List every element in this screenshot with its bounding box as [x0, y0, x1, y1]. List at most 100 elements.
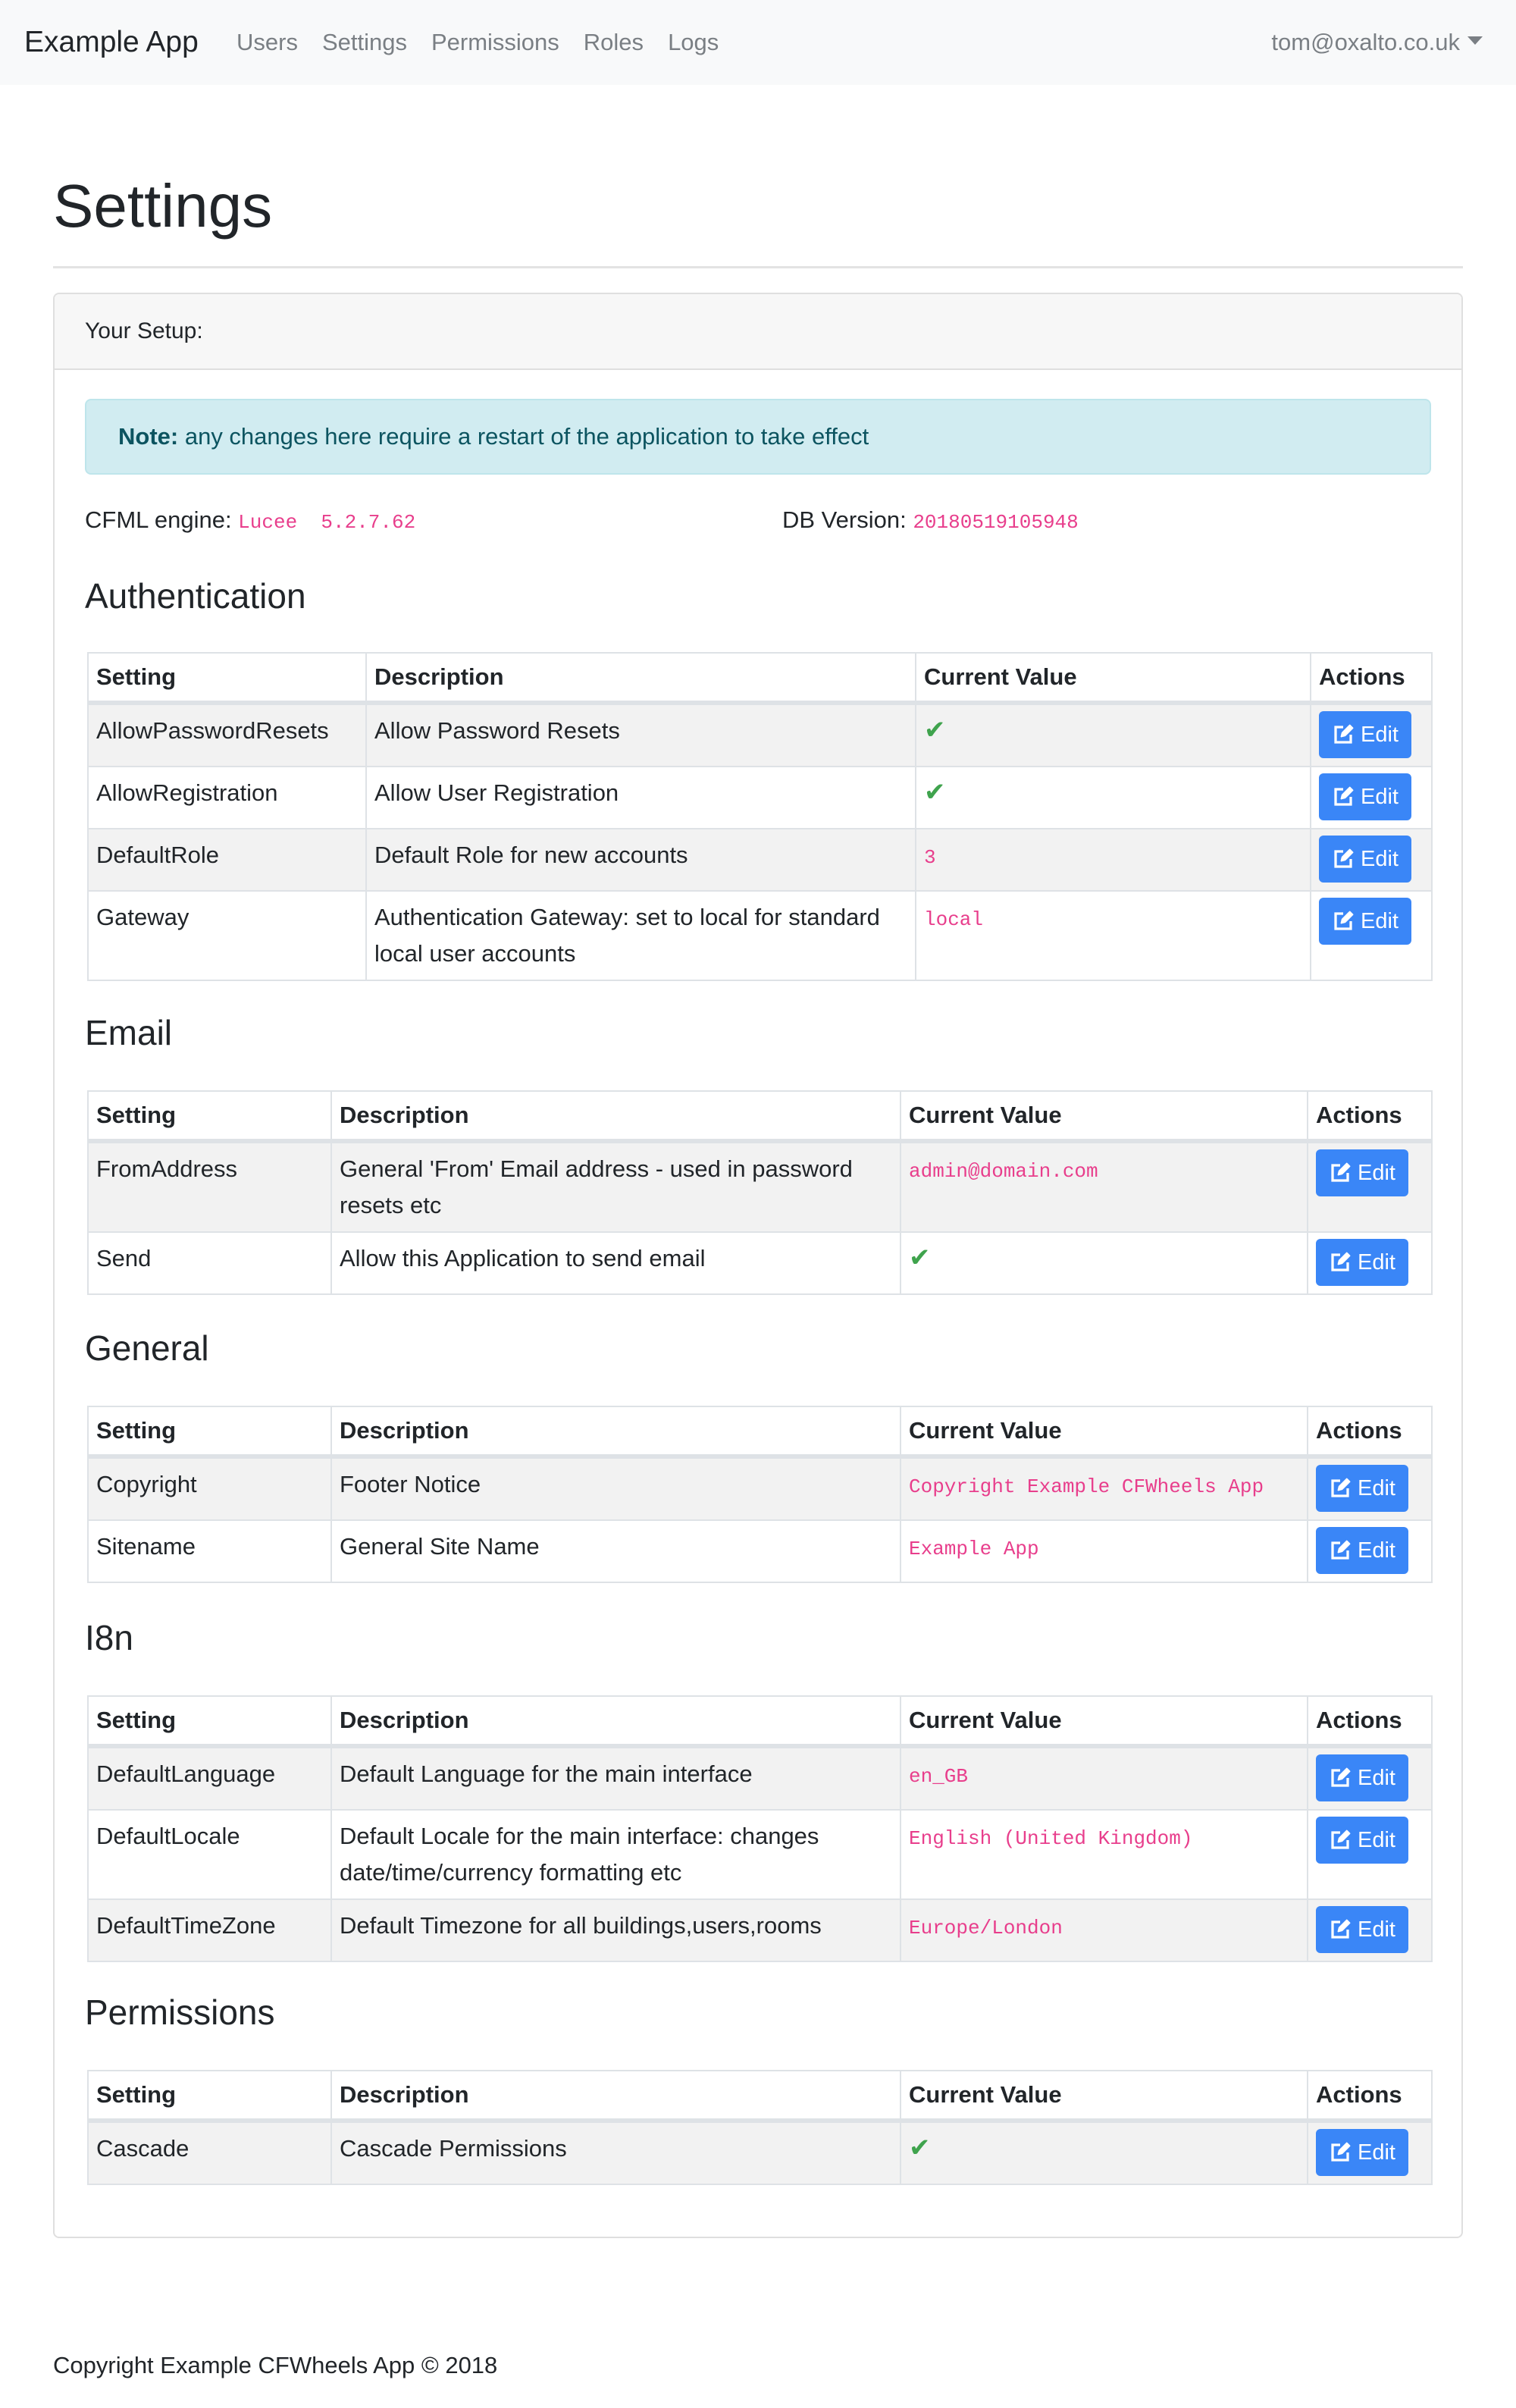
cfml-engine-value: Lucee 5.2.7.62	[238, 511, 416, 534]
setting-name: Sitename	[87, 1519, 332, 1583]
edit-button-label: Edit	[1358, 1765, 1395, 1790]
card-header: Your Setup:	[55, 294, 1461, 370]
column-header-actions: Actions	[1307, 1406, 1433, 1459]
edit-button[interactable]: Edit	[1316, 1754, 1408, 1801]
setting-name: AllowPasswordResets	[87, 702, 367, 767]
column-header-description: Description	[330, 2070, 901, 2123]
setting-value: Example App	[909, 1538, 1039, 1560]
actions-cell: Edit	[1310, 702, 1433, 767]
edit-button[interactable]: Edit	[1316, 1239, 1408, 1286]
column-header-setting: Setting	[87, 1695, 332, 1748]
edit-button[interactable]: Edit	[1319, 773, 1411, 820]
setting-description: Default Role for new accounts	[365, 828, 916, 892]
setting-value-cell: ✔	[915, 702, 1311, 767]
edit-button[interactable]: Edit	[1316, 1906, 1408, 1953]
nav-link-permissions[interactable]: Permissions	[431, 26, 559, 59]
table-row: Gateway Authentication Gateway: set to lo…	[87, 890, 1433, 981]
settings-table: Setting Description Current Value Actions Fr…	[87, 1090, 1433, 1295]
column-header-actions: Actions	[1307, 1695, 1433, 1748]
edit-icon	[1329, 1162, 1358, 1184]
table-row: DefaultRole Default Role for new accounts…	[87, 828, 1433, 892]
setting-value: 3	[924, 846, 936, 869]
column-header-actions: Actions	[1310, 652, 1433, 705]
table-header-row: Setting Description Current Value Actions	[87, 1406, 1433, 1459]
edit-icon	[1332, 910, 1361, 933]
actions-cell: Edit	[1307, 1745, 1433, 1811]
column-header-description: Description	[365, 652, 916, 705]
column-header-setting: Setting	[87, 2070, 332, 2123]
navbar: Example App Users Settings Permissions R…	[0, 0, 1516, 85]
setting-name: AllowRegistration	[87, 766, 367, 829]
check-icon: ✔	[924, 778, 946, 807]
edit-icon	[1329, 1477, 1358, 1500]
edit-button[interactable]: Edit	[1316, 1149, 1408, 1196]
setting-value: en_GB	[909, 1765, 969, 1788]
cfml-engine-label: CFML engine:	[85, 506, 239, 533]
edit-button-label: Edit	[1358, 1475, 1395, 1500]
actions-cell: Edit	[1307, 1231, 1433, 1295]
page-title: Settings	[53, 172, 273, 240]
edit-icon	[1329, 1829, 1358, 1851]
setting-description: Allow User Registration	[365, 766, 916, 829]
table-header-row: Setting Description Current Value Actions	[87, 2070, 1433, 2123]
actions-cell: Edit	[1310, 890, 1433, 981]
edit-button[interactable]: Edit	[1319, 898, 1411, 945]
column-header-current-value: Current Value	[900, 1695, 1308, 1748]
setting-description: General 'From' Email address - used in p…	[330, 1140, 901, 1233]
setting-name: Cascade	[87, 2120, 332, 2185]
edit-button-label: Edit	[1361, 722, 1399, 747]
brand-link[interactable]: Example App	[24, 23, 199, 62]
edit-icon	[1329, 1539, 1358, 1562]
settings-table: Setting Description Current Value Actions Co…	[87, 1406, 1433, 1583]
user-email: tom@oxalto.co.uk	[1271, 29, 1460, 55]
table-header-row: Setting Description Current Value Actions	[87, 652, 1433, 705]
nav-link-settings[interactable]: Settings	[322, 26, 407, 59]
edit-button[interactable]: Edit	[1316, 1465, 1408, 1512]
table-header-row: Setting Description Current Value Actions	[87, 1695, 1433, 1748]
setting-name: Copyright	[87, 1456, 332, 1521]
setting-description: Cascade Permissions	[330, 2120, 901, 2185]
setting-value-cell: local	[915, 890, 1311, 981]
setting-value-cell: Example App	[900, 1519, 1308, 1583]
column-header-setting: Setting	[87, 1090, 332, 1143]
column-header-setting: Setting	[87, 1406, 332, 1459]
setting-value: Europe/London	[909, 1917, 1063, 1939]
edit-button[interactable]: Edit	[1319, 836, 1411, 883]
column-header-actions: Actions	[1307, 2070, 1433, 2123]
edit-button[interactable]: Edit	[1319, 711, 1411, 758]
section-title: I8n	[85, 1618, 133, 1657]
column-header-current-value: Current Value	[900, 1406, 1308, 1459]
title-divider	[53, 266, 1463, 268]
setting-name: DefaultTimeZone	[87, 1898, 332, 1962]
db-version-label: DB Version:	[782, 506, 913, 533]
settings-table: Setting Description Current Value Actions De…	[87, 1695, 1433, 1962]
setting-description: Allow this Application to send email	[330, 1231, 901, 1295]
nav-link-logs[interactable]: Logs	[668, 26, 719, 59]
setting-value-cell: 3	[915, 828, 1311, 892]
db-version-value: 20180519105948	[913, 511, 1079, 534]
setting-value-cell: en_GB	[900, 1745, 1308, 1811]
nav-link-users[interactable]: Users	[236, 26, 298, 59]
edit-button-label: Edit	[1358, 1917, 1395, 1942]
user-menu-dropdown[interactable]: tom@oxalto.co.uk	[1271, 26, 1483, 59]
setting-name: FromAddress	[87, 1140, 332, 1233]
edit-button-label: Edit	[1361, 784, 1399, 809]
setting-description: Authentication Gateway: set to local for…	[365, 890, 916, 981]
column-header-current-value: Current Value	[915, 652, 1311, 705]
table-row: AllowPasswordResets Allow Password Resets…	[87, 702, 1433, 767]
alert-text: any changes here require a restart of th…	[178, 423, 869, 450]
setting-name: DefaultLanguage	[87, 1745, 332, 1811]
edit-button[interactable]: Edit	[1316, 1817, 1408, 1864]
edit-button[interactable]: Edit	[1316, 2129, 1408, 2176]
restart-note-alert: Note: any changes here require a restart…	[85, 399, 1431, 475]
column-header-current-value: Current Value	[900, 1090, 1308, 1143]
section-title: Permissions	[85, 1993, 275, 2032]
table-row: FromAddress General 'From' Email address …	[87, 1140, 1433, 1233]
edit-button[interactable]: Edit	[1316, 1527, 1408, 1574]
setting-name: DefaultRole	[87, 828, 367, 892]
column-header-actions: Actions	[1307, 1090, 1433, 1143]
table-header-row: Setting Description Current Value Actions	[87, 1090, 1433, 1143]
actions-cell: Edit	[1307, 1140, 1433, 1233]
check-icon: ✔	[909, 1243, 931, 1272]
nav-link-roles[interactable]: Roles	[584, 26, 644, 59]
